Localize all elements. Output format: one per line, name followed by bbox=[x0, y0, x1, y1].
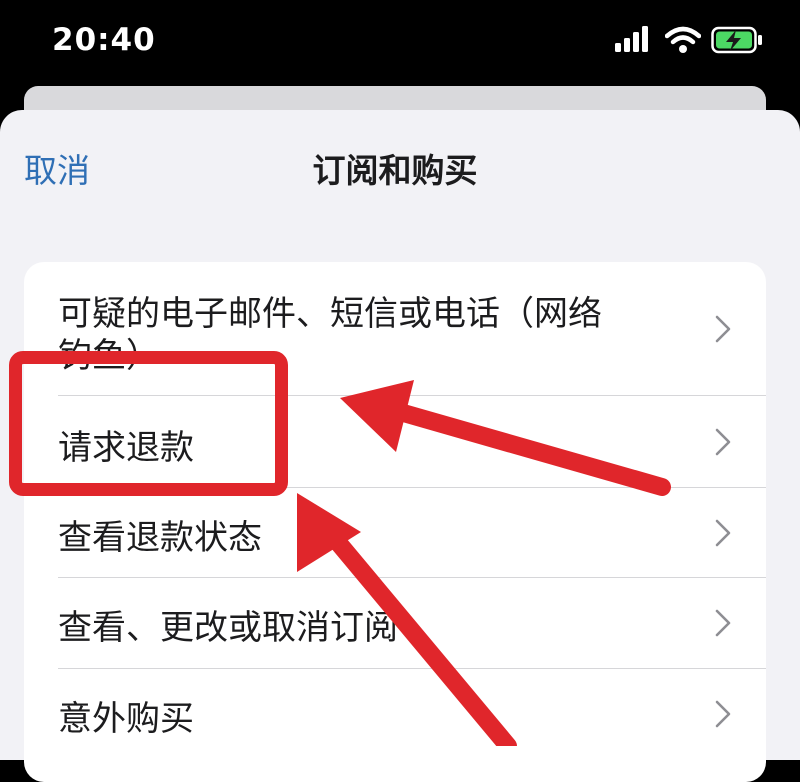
signal-icon bbox=[615, 26, 648, 52]
status-time: 20:40 bbox=[52, 22, 156, 58]
battery-charging-icon bbox=[711, 26, 762, 54]
menu-item-refund-status[interactable]: 查看退款状态 bbox=[24, 488, 766, 577]
chevron-right-icon bbox=[715, 609, 731, 637]
chevron-right-icon bbox=[715, 315, 731, 342]
status-bar: 20:40 bbox=[0, 0, 800, 88]
wifi-icon bbox=[665, 26, 701, 53]
chevron-right-icon bbox=[715, 700, 731, 728]
chevron-right-icon bbox=[715, 428, 731, 455]
menu-item-label: 查看、更改或取消订阅 bbox=[58, 608, 398, 648]
menu-item-label: 意外购买 bbox=[58, 699, 194, 739]
menu-item-manage-subscriptions[interactable]: 查看、更改或取消订阅 bbox=[24, 578, 766, 668]
menu-item-label: 查看退款状态 bbox=[58, 518, 262, 558]
menu-card: 可疑的电子邮件、短信或电话（网络 钓鱼） 请求退款 查看退款状态 查看、更改或取… bbox=[24, 262, 766, 782]
page-title: 订阅和购买 bbox=[312, 151, 478, 190]
highlight-box bbox=[9, 351, 288, 496]
chevron-right-icon bbox=[715, 519, 731, 546]
